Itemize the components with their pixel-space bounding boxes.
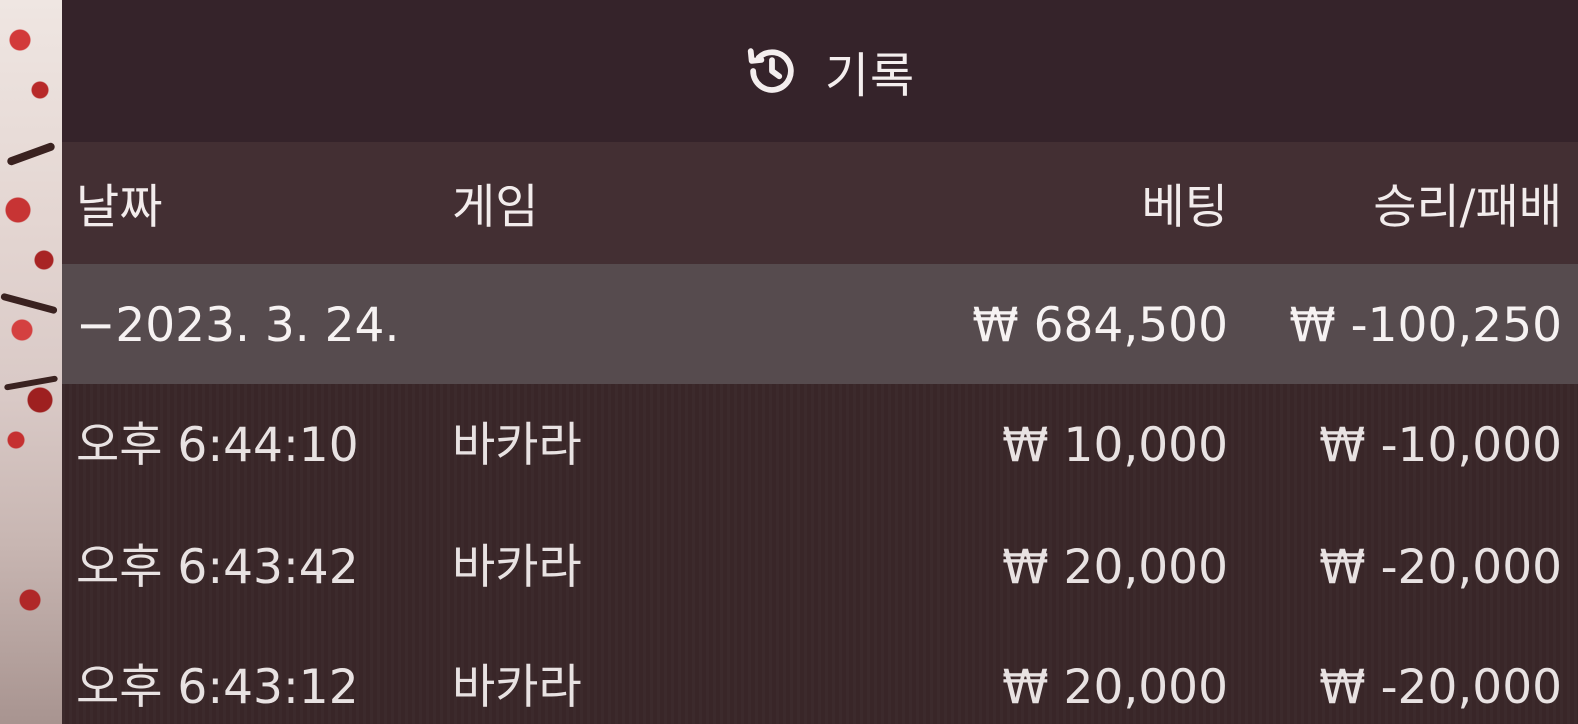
- row-time: 오후 6:43:42: [76, 540, 359, 595]
- column-header-win-loss[interactable]: 승리/패배: [1373, 184, 1562, 231]
- row-time: 오후 6:44:10: [76, 418, 359, 473]
- row-win-loss: ₩ -20,000: [1319, 540, 1562, 595]
- history-screen: 기록 날짜 게임 베팅 승리/패배 −2023. 3. 24. ₩ 684,50…: [0, 0, 1578, 724]
- group-date: −2023. 3. 24.: [76, 298, 400, 353]
- table-row[interactable]: 오후 6:43:42 바카라 ₩ 20,000 ₩ -20,000: [62, 506, 1578, 628]
- row-bet: ₩ 20,000: [1002, 660, 1228, 715]
- history-icon: [743, 42, 801, 100]
- row-game: 바카라: [452, 418, 582, 473]
- table-row[interactable]: 오후 6:44:10 바카라 ₩ 10,000 ₩ -10,000: [62, 384, 1578, 506]
- history-title-bar: 기록: [62, 0, 1578, 142]
- table-header: 날짜 게임 베팅 승리/패배: [62, 142, 1578, 264]
- background-scene: [0, 0, 62, 724]
- column-header-bet[interactable]: 베팅: [1142, 184, 1228, 231]
- group-total-bet: ₩ 684,500: [972, 298, 1228, 353]
- row-win-loss: ₩ -10,000: [1319, 418, 1562, 473]
- row-time: 오후 6:43:12: [76, 660, 359, 715]
- column-header-date[interactable]: 날짜: [76, 184, 162, 231]
- row-game: 바카라: [452, 660, 582, 715]
- table-row[interactable]: 오후 6:43:12 바카라 ₩ 20,000 ₩ -20,000: [62, 626, 1578, 724]
- date-group-row[interactable]: −2023. 3. 24. ₩ 684,500 ₩ -100,250: [62, 264, 1578, 384]
- row-win-loss: ₩ -20,000: [1319, 660, 1562, 715]
- column-header-game[interactable]: 게임: [452, 184, 538, 231]
- history-panel: 기록 날짜 게임 베팅 승리/패배 −2023. 3. 24. ₩ 684,50…: [62, 0, 1578, 724]
- page-title: 기록: [824, 48, 916, 104]
- row-bet: ₩ 10,000: [1002, 418, 1228, 473]
- group-total-win-loss: ₩ -100,250: [1289, 298, 1562, 353]
- row-game: 바카라: [452, 540, 582, 595]
- row-bet: ₩ 20,000: [1002, 540, 1228, 595]
